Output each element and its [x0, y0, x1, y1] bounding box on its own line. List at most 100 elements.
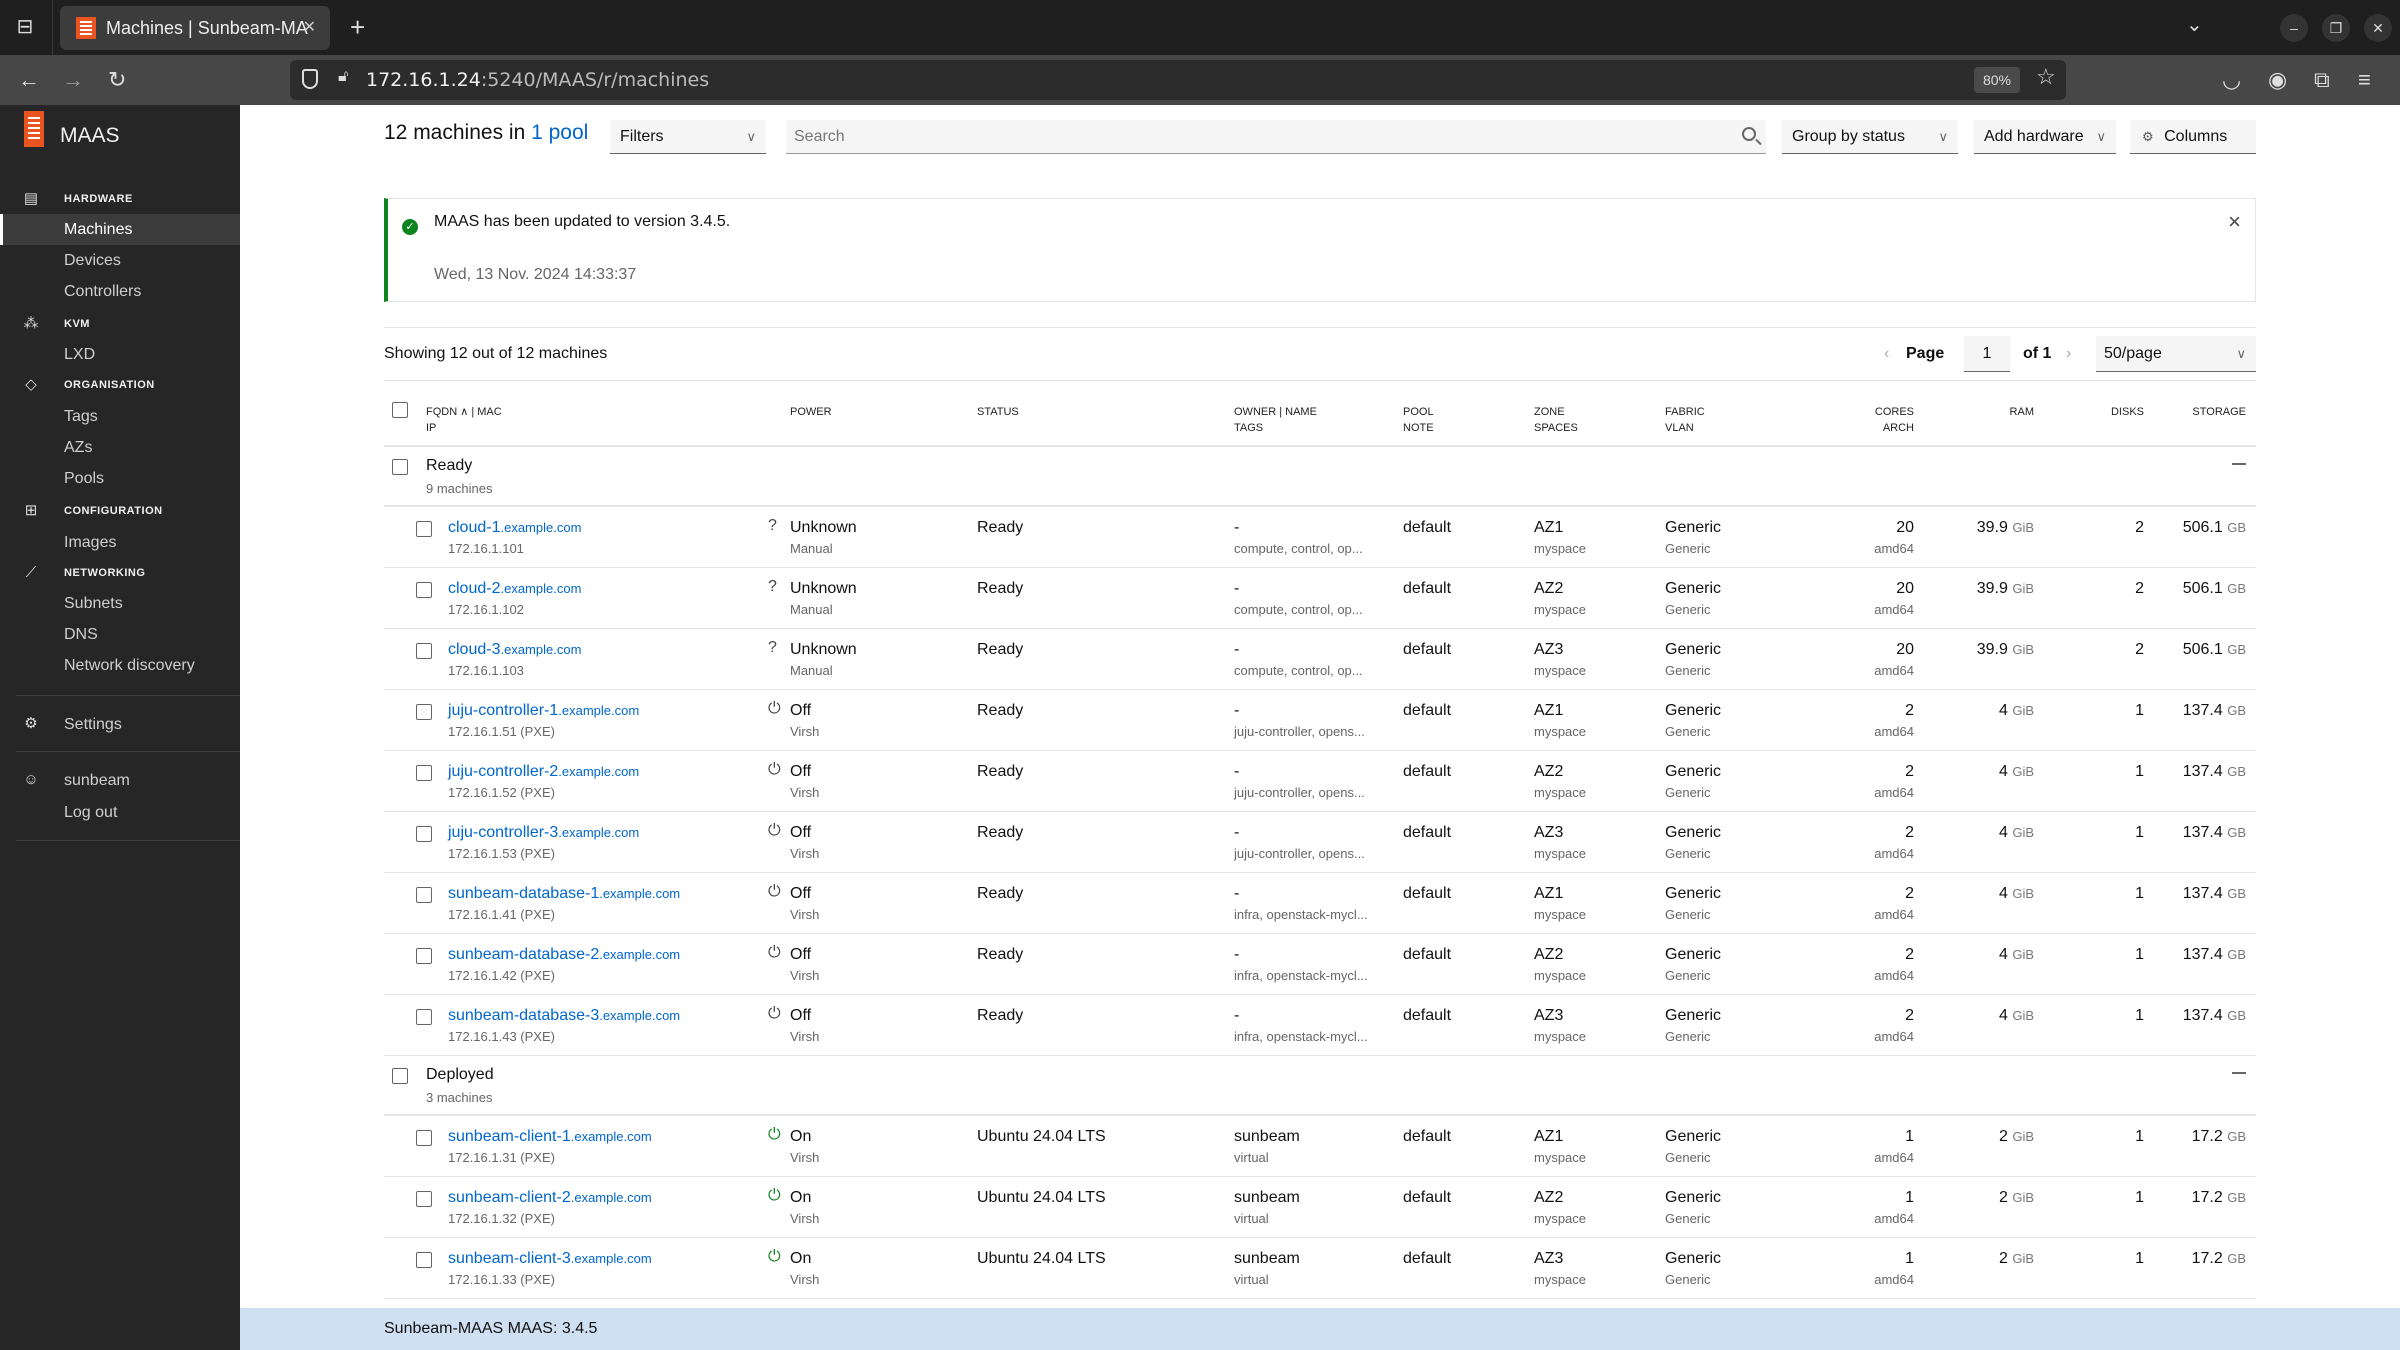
page-number-input[interactable]: 1	[1964, 336, 2010, 372]
machine-hostname[interactable]: juju-controller-1	[448, 702, 558, 719]
machine-hostname[interactable]: sunbeam-client-1	[448, 1128, 571, 1145]
col-disks[interactable]: DISKS	[2084, 404, 2144, 420]
brand-name[interactable]: MAAS	[60, 124, 120, 148]
row-checkbox[interactable]	[416, 1130, 432, 1146]
power-state[interactable]: Unknown	[790, 580, 857, 598]
search-input[interactable]	[786, 120, 1686, 154]
select-all-checkbox[interactable]	[392, 402, 408, 418]
machine-domain[interactable]: .example.com	[500, 642, 581, 657]
col-fqdn-label[interactable]: FQDN	[426, 406, 457, 418]
machine-fqdn-link[interactable]: juju-controller-3.example.com	[448, 824, 639, 842]
sidebar-item-images[interactable]: Images	[0, 527, 240, 558]
power-on-icon[interactable]: ⏻	[768, 1248, 781, 1266]
col-pool-label[interactable]: POOL	[1403, 406, 1434, 418]
machine-pool[interactable]: default	[1403, 1189, 1451, 1207]
url-bar[interactable]: 🔓︎ 172.16.1.24:5240/MAAS/r/machines 80% …	[290, 60, 2066, 100]
table-row[interactable]: cloud-2.example.com 172.16.1.102 ? Unkno…	[384, 568, 2256, 629]
machine-hostname[interactable]: cloud-2	[448, 580, 500, 597]
table-row[interactable]: sunbeam-client-3.example.com 172.16.1.33…	[384, 1238, 2256, 1299]
power-off-icon[interactable]: ⏻	[768, 944, 781, 962]
reload-icon[interactable]: ↻	[108, 67, 126, 93]
new-tab-button[interactable]: +	[350, 10, 365, 44]
power-state[interactable]: Off	[790, 885, 811, 903]
shield-icon[interactable]	[302, 69, 318, 89]
col-cores[interactable]: CORES ARCH	[1854, 404, 1914, 436]
col-fqdn[interactable]: FQDN ∧ | MAC IP	[426, 404, 502, 436]
search-field[interactable]	[786, 120, 1766, 154]
collapse-icon[interactable]	[2232, 1072, 2246, 1074]
machine-domain[interactable]: .example.com	[571, 1251, 652, 1266]
machine-pool[interactable]: default	[1403, 519, 1451, 537]
collapse-icon[interactable]	[2232, 463, 2246, 465]
machine-fqdn-link[interactable]: sunbeam-database-2.example.com	[448, 946, 680, 964]
machine-fqdn-link[interactable]: cloud-3.example.com	[448, 641, 581, 659]
machine-hostname[interactable]: sunbeam-client-3	[448, 1250, 571, 1267]
sidebar-item-controllers[interactable]: Controllers	[0, 276, 240, 307]
table-row[interactable]: sunbeam-database-2.example.com 172.16.1.…	[384, 934, 2256, 995]
pool-link[interactable]: 1 pool	[531, 121, 588, 144]
machine-pool[interactable]: default	[1403, 946, 1451, 964]
machine-fqdn-link[interactable]: juju-controller-2.example.com	[448, 763, 639, 781]
machine-zone[interactable]: AZ3	[1534, 1250, 1563, 1268]
col-owner[interactable]: OWNER | NAME TAGS	[1234, 404, 1317, 436]
machine-zone[interactable]: AZ2	[1534, 1189, 1563, 1207]
group-checkbox[interactable]	[392, 1068, 408, 1084]
group-checkbox[interactable]	[392, 459, 408, 475]
machine-pool[interactable]: default	[1403, 885, 1451, 903]
machine-fqdn-link[interactable]: cloud-2.example.com	[448, 580, 581, 598]
tabs-dropdown-icon[interactable]: ⌄	[2186, 12, 2203, 37]
table-row[interactable]: cloud-1.example.com 172.16.1.101 ? Unkno…	[384, 507, 2256, 568]
zoom-level-badge[interactable]: 80%	[1974, 67, 2020, 93]
machine-pool[interactable]: default	[1403, 1250, 1451, 1268]
col-mac-label[interactable]: | MAC	[471, 406, 501, 418]
machine-hostname[interactable]: juju-controller-3	[448, 824, 558, 841]
machine-domain[interactable]: .example.com	[558, 764, 639, 779]
group-by-dropdown[interactable]: Group by status ∨	[1782, 120, 1958, 154]
col-fabric-label[interactable]: FABRIC	[1665, 406, 1705, 418]
table-row[interactable]: juju-controller-3.example.com 172.16.1.5…	[384, 812, 2256, 873]
col-pool[interactable]: POOL NOTE	[1403, 404, 1434, 436]
menu-icon[interactable]: ≡	[2358, 67, 2371, 93]
machine-fqdn-link[interactable]: sunbeam-database-1.example.com	[448, 885, 680, 903]
sidebar-item-devices[interactable]: Devices	[0, 245, 240, 276]
power-state[interactable]: Off	[790, 702, 811, 720]
machine-fqdn-link[interactable]: sunbeam-client-1.example.com	[448, 1128, 652, 1146]
tab-close-icon[interactable]: ✕	[303, 6, 316, 50]
power-off-icon[interactable]: ⏻	[768, 700, 781, 718]
machine-hostname[interactable]: sunbeam-client-2	[448, 1189, 571, 1206]
machine-zone[interactable]: AZ3	[1534, 1007, 1563, 1025]
power-state[interactable]: Off	[790, 763, 811, 781]
row-checkbox[interactable]	[416, 1252, 432, 1268]
col-storage[interactable]: STORAGE	[2176, 404, 2246, 420]
col-fabric[interactable]: FABRIC VLAN	[1665, 404, 1705, 436]
machine-zone[interactable]: AZ3	[1534, 641, 1563, 659]
power-state[interactable]: On	[790, 1189, 811, 1207]
pocket-icon[interactable]: ◡	[2222, 67, 2241, 93]
power-off-icon[interactable]: ⏻	[768, 822, 781, 840]
close-icon[interactable]: ×	[2228, 209, 2241, 235]
machine-domain[interactable]: .example.com	[558, 825, 639, 840]
table-row[interactable]: sunbeam-client-2.example.com 172.16.1.32…	[384, 1177, 2256, 1238]
row-checkbox[interactable]	[416, 521, 432, 537]
power-off-icon[interactable]: ⏻	[768, 883, 781, 901]
bookmark-star-icon[interactable]: ☆	[2036, 64, 2056, 90]
machine-pool[interactable]: default	[1403, 1007, 1451, 1025]
sidebar-item-lxd[interactable]: LXD	[0, 339, 240, 370]
col-arch-label[interactable]: ARCH	[1883, 422, 1914, 434]
machine-zone[interactable]: AZ1	[1534, 519, 1563, 537]
columns-button[interactable]: ⚙ Columns	[2130, 120, 2256, 154]
per-page-select[interactable]: 50/page ∨	[2096, 336, 2256, 372]
machine-domain[interactable]: .example.com	[599, 1008, 680, 1023]
sidebar-item-tags[interactable]: Tags	[0, 401, 240, 432]
machine-pool[interactable]: default	[1403, 702, 1451, 720]
sidebar-item-user[interactable]: ☺ sunbeam	[0, 765, 240, 796]
table-row[interactable]: juju-controller-1.example.com 172.16.1.5…	[384, 690, 2256, 751]
machine-pool[interactable]: default	[1403, 641, 1451, 659]
machine-domain[interactable]: .example.com	[599, 947, 680, 962]
sidebar-item-logout[interactable]: Log out	[0, 797, 240, 828]
search-icon[interactable]	[1742, 127, 1756, 141]
col-note-label[interactable]: NOTE	[1403, 422, 1434, 434]
sidebar-item-settings[interactable]: ⚙ Settings	[0, 709, 240, 740]
row-checkbox[interactable]	[416, 704, 432, 720]
power-state[interactable]: Unknown	[790, 519, 857, 537]
